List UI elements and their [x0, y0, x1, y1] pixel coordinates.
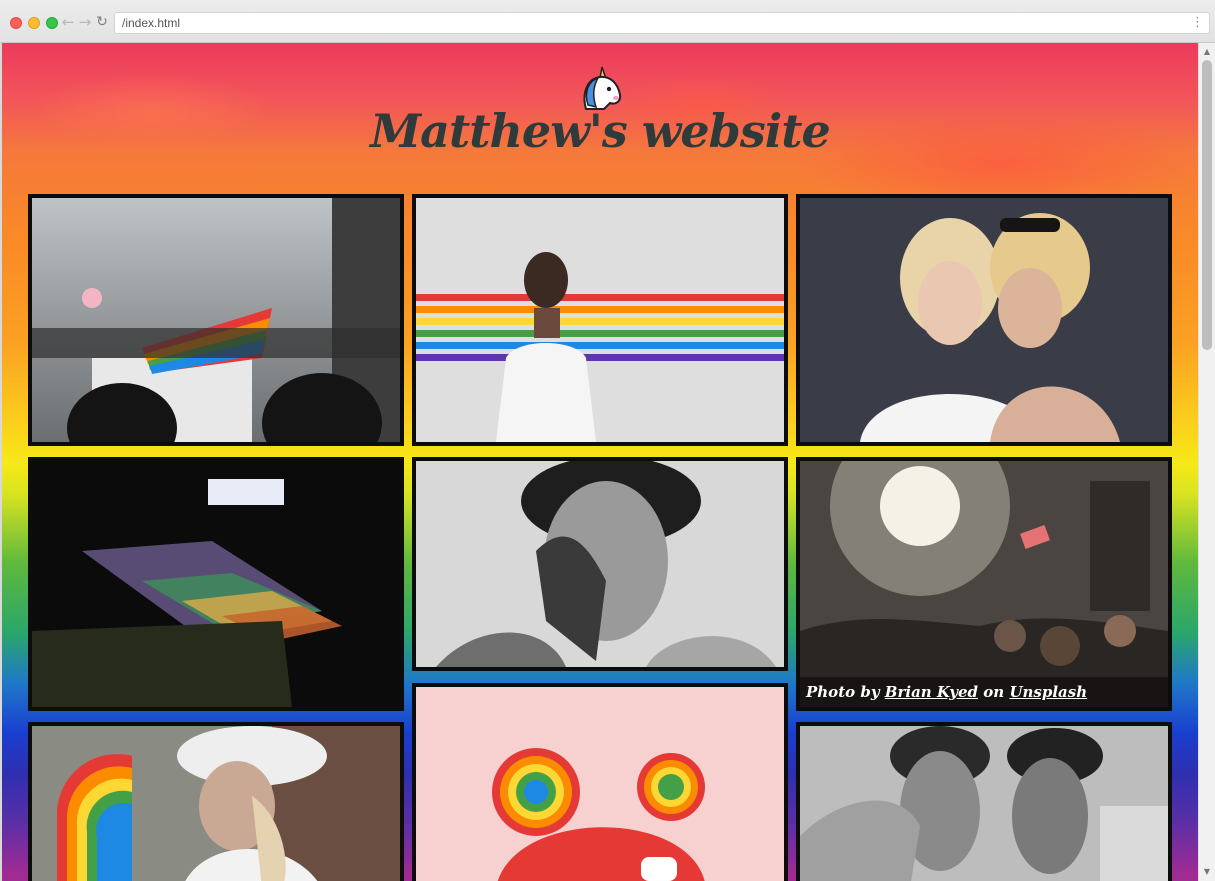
gallery-photo[interactable]: [412, 683, 788, 881]
url-text: /index.html: [122, 16, 181, 30]
maximize-window-button[interactable]: [46, 17, 58, 29]
gallery-photo[interactable]: [28, 722, 404, 881]
rainbow-fan-photo: [32, 726, 400, 881]
scroll-up-icon[interactable]: ▲: [1202, 47, 1212, 57]
photo-credit-middle: on: [983, 683, 1005, 701]
gallery-photo[interactable]: [28, 457, 404, 711]
arrow-right-icon[interactable]: →: [77, 13, 93, 31]
rainbow-wall-photo: [416, 198, 784, 442]
mouse-ears-hat-photo: [416, 687, 784, 881]
gallery-photo[interactable]: [796, 194, 1172, 446]
gallery-photo[interactable]: [412, 457, 788, 671]
browser-toolbar: ← → ↻ /index.html ⋮: [0, 0, 1215, 43]
page-viewport: Matthew's website Photo by Brian Kyed on…: [2, 43, 1198, 881]
parade-photo: [32, 198, 400, 442]
gallery-photo[interactable]: [28, 194, 404, 446]
vertical-scrollbar[interactable]: ▲ ▼: [1198, 43, 1215, 881]
gallery-photo[interactable]: [796, 722, 1172, 881]
photo-source-link[interactable]: Unsplash: [1009, 683, 1087, 701]
photo-author-link[interactable]: Brian Kyed: [885, 683, 978, 701]
gallery-photo[interactable]: Photo by Brian Kyed on Unsplash: [796, 457, 1172, 711]
vertical-dots-icon[interactable]: ⋮: [1191, 15, 1204, 31]
reload-icon[interactable]: ↻: [94, 13, 110, 31]
photo-credit: Photo by Brian Kyed on Unsplash: [800, 677, 1168, 707]
address-bar[interactable]: /index.html ⋮: [114, 12, 1210, 34]
monochrome-portrait-photo: [416, 461, 784, 667]
page-title: Matthew's website: [370, 104, 830, 158]
two-men-photo: [800, 726, 1168, 881]
flag-dark-room-photo: [32, 461, 400, 707]
scrollbar-thumb[interactable]: [1202, 60, 1212, 350]
arrow-left-icon[interactable]: ←: [60, 13, 76, 31]
gallery-photo[interactable]: [412, 194, 788, 446]
scroll-down-icon[interactable]: ▼: [1202, 867, 1212, 877]
two-women-photo: [800, 198, 1168, 442]
crowd-sunlight-photo: [800, 461, 1168, 707]
close-window-button[interactable]: [10, 17, 22, 29]
minimize-window-button[interactable]: [28, 17, 40, 29]
photo-credit-prefix: Photo by: [806, 683, 880, 701]
